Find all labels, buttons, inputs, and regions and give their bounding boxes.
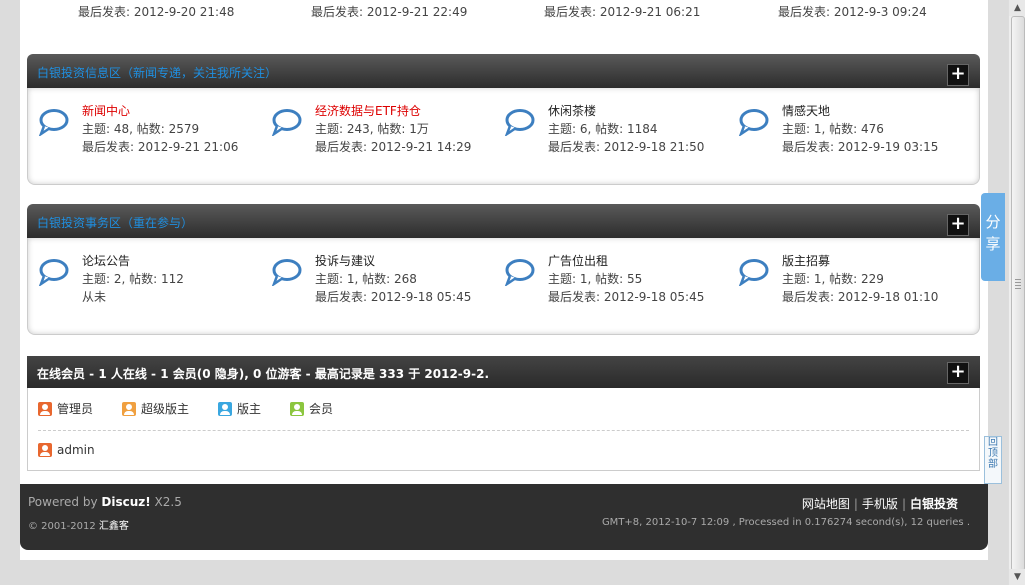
forum-stats: 主题: 1, 帖数: 55	[548, 272, 643, 286]
user-super-moderator-icon	[122, 402, 136, 416]
forum-name-link[interactable]: 新闻中心	[82, 102, 130, 119]
last-post-text: 最后发表: 2012-9-20 21:48	[78, 5, 235, 19]
legend-admin: 管理员	[38, 400, 93, 417]
forum-name-link[interactable]: 情感天地	[782, 102, 830, 119]
forum-last-post-link[interactable]: 最后发表: 2012-9-18 21:50	[548, 138, 704, 155]
page-content: 最后发表: 2012-9-20 21:48 最后发表: 2012-9-21 22…	[20, 0, 988, 560]
grip-icon	[1015, 279, 1021, 289]
category-header: 白银投资信息区（新闻专递，关注我所关注） +	[27, 54, 980, 88]
forum-stats: 主题: 6, 帖数: 1184	[548, 122, 658, 136]
forum-name-link[interactable]: 论坛公告	[82, 252, 130, 269]
legend-moderator: 版主	[218, 400, 261, 417]
forum-last-post-link[interactable]: 最后发表: 2012-9-21 21:06	[82, 138, 238, 155]
speech-bubble-icon	[38, 109, 69, 136]
forum-last-post-link[interactable]: 最后发表: 2012-9-18 05:45	[315, 288, 471, 305]
forum-grid: 论坛公告 主题: 2, 帖数: 112 从未 投诉与建议 主题: 1, 帖数: …	[27, 238, 980, 335]
powered-by: Powered by Discuz! X2.5	[28, 495, 182, 509]
forum-item: 论坛公告 主题: 2, 帖数: 112 从未	[38, 252, 268, 322]
forum-stats: 主题: 243, 帖数: 1万	[315, 122, 429, 136]
online-body: 管理员 超级版主 版主 会员 admin	[27, 388, 980, 471]
site-name-link[interactable]: 白银投资	[910, 497, 958, 511]
online-title: 在线会员 - 1 人在线 - 1 会员(0 隐身), 0 位游客 - 最高记录是…	[37, 367, 490, 381]
category-info: 白银投资信息区（新闻专递，关注我所关注） + 新闻中心 主题: 48, 帖数: …	[27, 54, 980, 185]
forum-stats: 主题: 1, 帖数: 268	[315, 272, 417, 286]
forum-item: 新闻中心 主题: 48, 帖数: 2579 最后发表: 2012-9-21 21…	[38, 102, 268, 172]
forum-last-post-link[interactable]: 最后发表: 2012-9-18 01:10	[782, 288, 938, 305]
online-members: 在线会员 - 1 人在线 - 1 会员(0 隐身), 0 位游客 - 最高记录是…	[27, 356, 980, 471]
footer-links: 网站地图 | 手机版 | 白银投资	[801, 497, 958, 511]
forum-item: 版主招募 主题: 1, 帖数: 229 最后发表: 2012-9-18 01:1…	[738, 252, 968, 322]
scroll-thumb[interactable]	[1011, 16, 1025, 571]
scroll-up-arrow-icon[interactable]: ▲	[1009, 0, 1025, 16]
speech-bubble-icon	[504, 109, 535, 136]
previous-category-tail: 最后发表: 2012-9-20 21:48 最后发表: 2012-9-21 22…	[20, 0, 988, 20]
category-title-link[interactable]: 白银投资事务区（重在参与）	[37, 214, 193, 231]
forum-item: 广告位出租 主题: 1, 帖数: 55 最后发表: 2012-9-18 05:4…	[504, 252, 734, 322]
forum-stats: 主题: 1, 帖数: 229	[782, 272, 884, 286]
speech-bubble-icon	[271, 109, 302, 136]
forum-name-link[interactable]: 版主招募	[782, 252, 830, 269]
speech-bubble-icon	[738, 259, 769, 286]
forum-name-link[interactable]: 广告位出租	[548, 252, 608, 269]
speech-bubble-icon	[504, 259, 535, 286]
sitemap-link[interactable]: 网站地图	[802, 497, 850, 511]
forum-stats: 主题: 48, 帖数: 2579	[82, 122, 200, 136]
divider	[38, 430, 969, 431]
vertical-scrollbar[interactable]: ▲ ▼	[1008, 0, 1025, 585]
forum-grid: 新闻中心 主题: 48, 帖数: 2579 最后发表: 2012-9-21 21…	[27, 88, 980, 185]
scroll-down-arrow-icon[interactable]: ▼	[1009, 569, 1025, 585]
processing-info: GMT+8, 2012-10-7 12:09 , Processed in 0.…	[601, 517, 970, 528]
speech-bubble-icon	[38, 259, 69, 286]
last-post-text: 最后发表: 2012-9-3 09:24	[778, 5, 927, 19]
category-affairs: 白银投资事务区（重在参与） + 论坛公告 主题: 2, 帖数: 112 从未 投…	[27, 204, 980, 335]
mobile-link[interactable]: 手机版	[862, 497, 898, 511]
forum-last-post-text: 从未	[82, 290, 107, 304]
legend-member: 会员	[290, 400, 333, 417]
user-admin-icon	[38, 402, 52, 416]
forum-item: 投诉与建议 主题: 1, 帖数: 268 最后发表: 2012-9-18 05:…	[271, 252, 501, 322]
forum-item: 情感天地 主题: 1, 帖数: 476 最后发表: 2012-9-19 03:1…	[738, 102, 968, 172]
collapse-toggle-button[interactable]: +	[947, 362, 969, 384]
forum-stats: 主题: 2, 帖数: 112	[82, 272, 184, 286]
forum-item: 休闲茶楼 主题: 6, 帖数: 1184 最后发表: 2012-9-18 21:…	[504, 102, 734, 172]
speech-bubble-icon	[738, 109, 769, 136]
share-tab[interactable]: 分享	[981, 193, 1005, 281]
speech-bubble-icon	[271, 259, 302, 286]
last-post-text: 最后发表: 2012-9-21 06:21	[544, 5, 701, 19]
collapse-toggle-button[interactable]: +	[947, 214, 969, 236]
forum-stats: 主题: 1, 帖数: 476	[782, 122, 884, 136]
user-moderator-icon	[218, 402, 232, 416]
footer: Powered by Discuz! X2.5 © 2001-2012 汇鑫客 …	[20, 484, 988, 550]
forum-last-post-link[interactable]: 最后发表: 2012-9-19 03:15	[782, 138, 938, 155]
online-user-link[interactable]: admin	[38, 443, 95, 457]
collapse-toggle-button[interactable]: +	[947, 64, 969, 86]
forum-item: 经济数据与ETF持仓 主题: 243, 帖数: 1万 最后发表: 2012-9-…	[271, 102, 501, 172]
copyright-brand-link[interactable]: 汇鑫客	[99, 521, 129, 532]
forum-name-link[interactable]: 经济数据与ETF持仓	[315, 102, 421, 119]
user-admin-icon	[38, 443, 52, 457]
online-header: 在线会员 - 1 人在线 - 1 会员(0 隐身), 0 位游客 - 最高记录是…	[27, 356, 980, 388]
category-title-link[interactable]: 白银投资信息区（新闻专递，关注我所关注）	[37, 64, 277, 81]
back-to-top-button[interactable]: 回顶部	[984, 436, 1002, 484]
forum-last-post-link[interactable]: 最后发表: 2012-9-18 05:45	[548, 288, 704, 305]
user-member-icon	[290, 402, 304, 416]
last-post-text: 最后发表: 2012-9-21 22:49	[311, 5, 468, 19]
category-header: 白银投资事务区（重在参与） +	[27, 204, 980, 238]
discuz-link[interactable]: Discuz!	[101, 495, 150, 509]
forum-name-link[interactable]: 休闲茶楼	[548, 102, 596, 119]
copyright: © 2001-2012 汇鑫客	[28, 521, 129, 532]
forum-last-post-link[interactable]: 最后发表: 2012-9-21 14:29	[315, 138, 471, 155]
legend-super-moderator: 超级版主	[122, 400, 189, 417]
forum-name-link[interactable]: 投诉与建议	[315, 252, 375, 269]
